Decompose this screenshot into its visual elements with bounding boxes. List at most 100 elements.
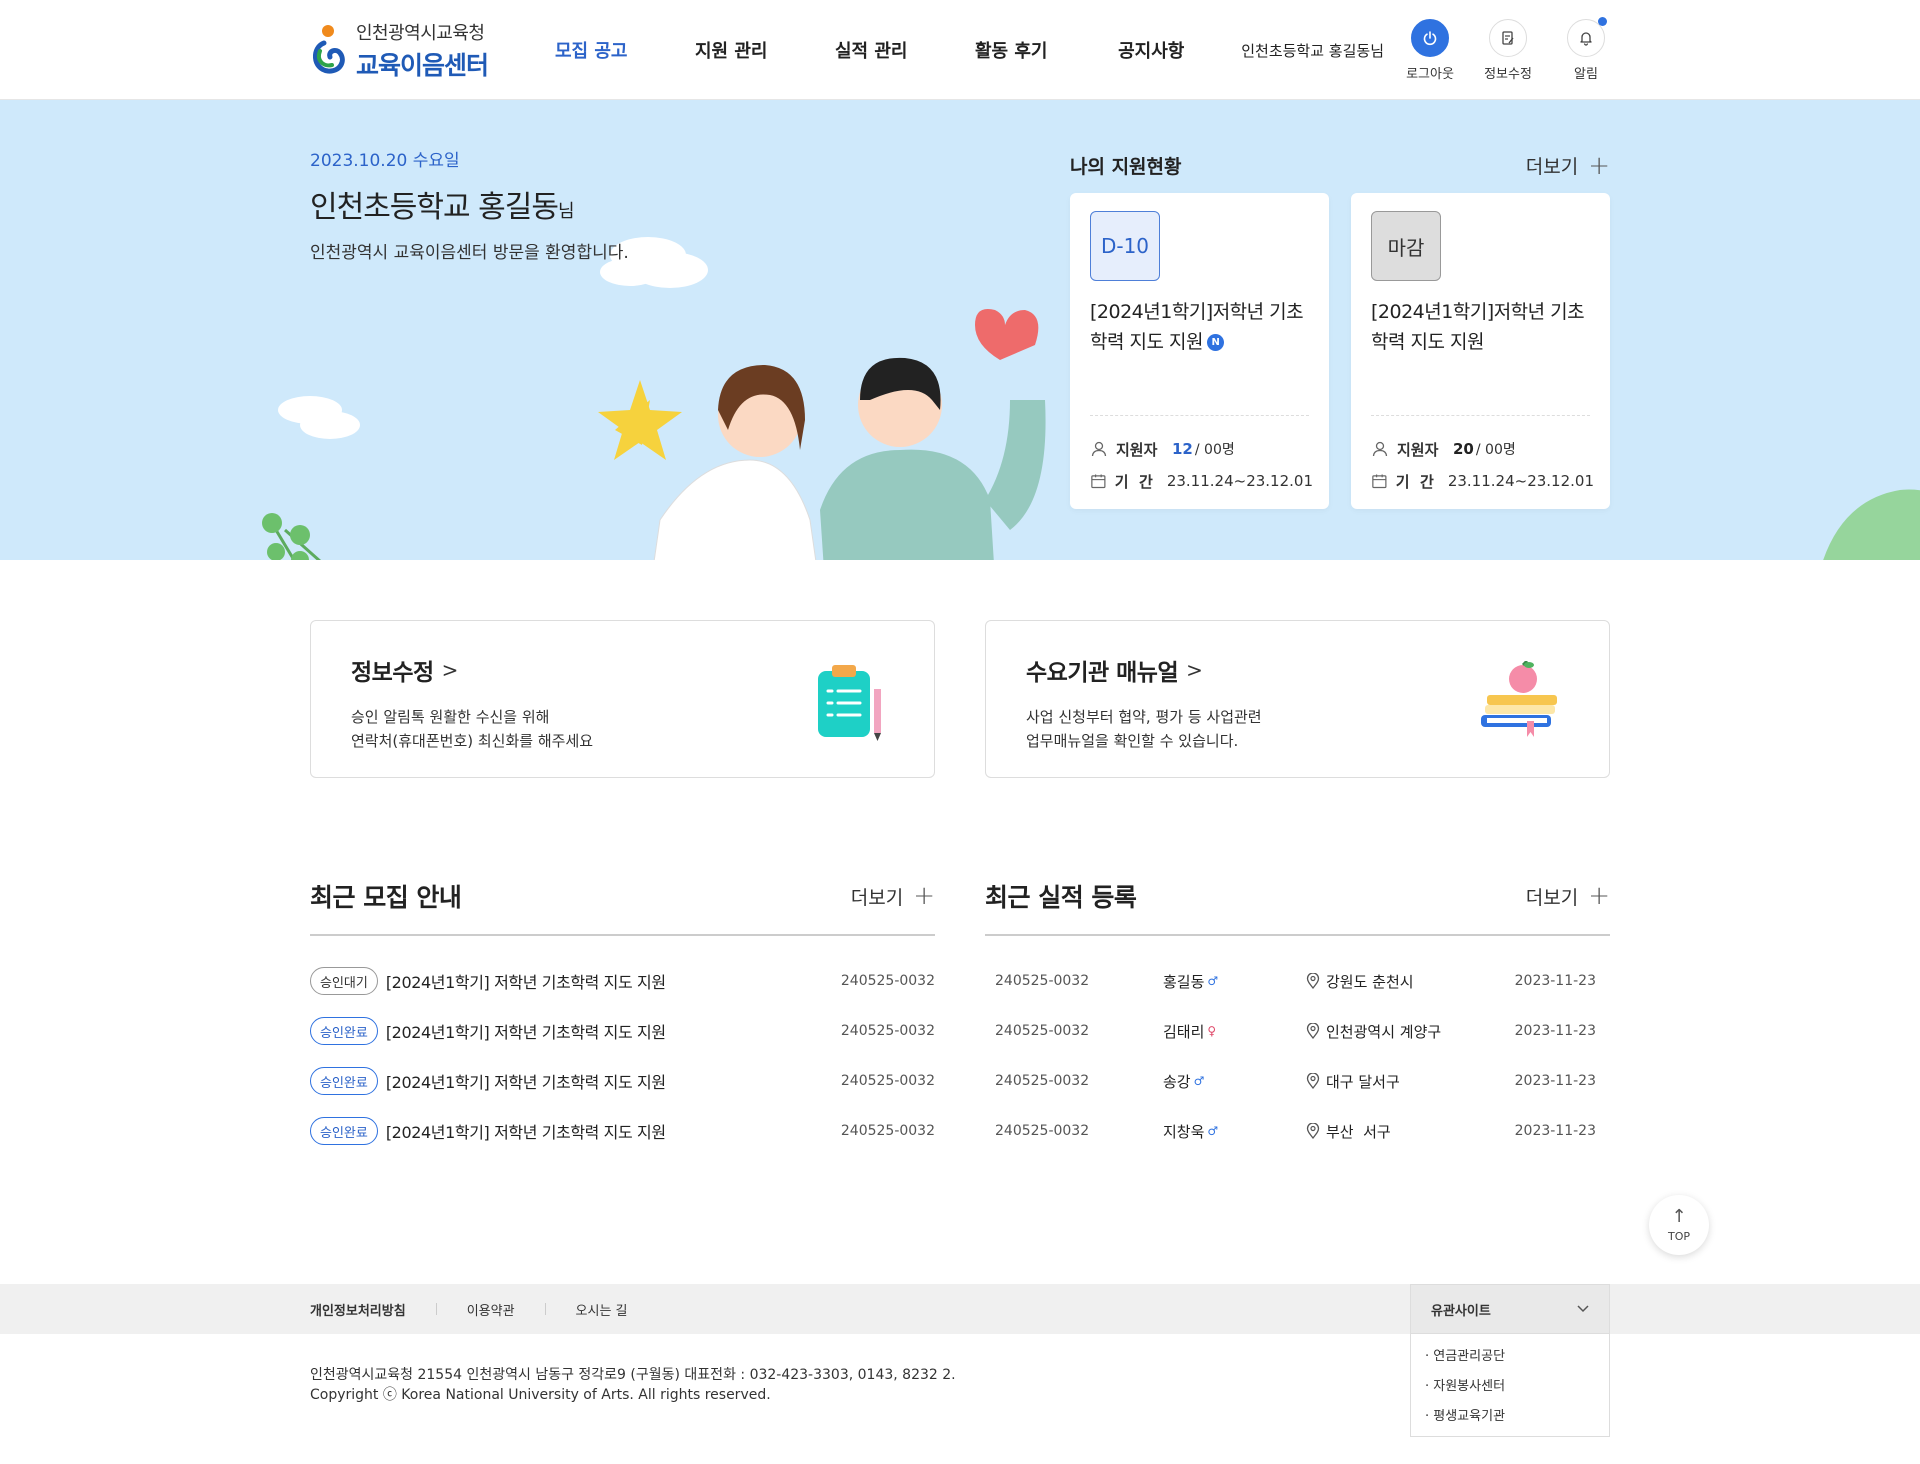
family-site-link[interactable]: 평생교육기관 — [1411, 1402, 1609, 1432]
quick-card-title: 정보수정 — [351, 660, 434, 686]
male-icon: ♂ — [1193, 1074, 1205, 1088]
applicants-label: 지원자 — [1116, 440, 1158, 459]
recent-sections: 최근 모집 안내 더보기 + 승인대기 [2024년1학기] 저학년 기초학력 지… — [310, 878, 1610, 1156]
privacy-policy-link[interactable]: 개인정보처리방침 — [310, 1300, 406, 1319]
list-item-title: [2024년1학기] 저학년 기초학력 지도 지원 — [385, 1023, 666, 1042]
nav-recruit[interactable]: 모집 공고 — [521, 37, 661, 63]
logout-button[interactable]: 로그아웃 — [1406, 18, 1454, 82]
quick-links: 정보수정 > 승인 알림톡 원활한 수신을 위해 연락처(휴대폰번호) 최신화를 … — [310, 620, 1610, 778]
person-name: 지창욱 — [1163, 1122, 1205, 1141]
user-icon — [1372, 441, 1388, 457]
chevron-right-icon: > — [441, 658, 459, 682]
applicants-total: 00명 — [1485, 442, 1516, 458]
family-site-list: 연금관리공단 자원봉사센터 평생교육기관 — [1410, 1334, 1610, 1437]
location-pin-icon — [1306, 1123, 1320, 1139]
recent-performance-more-button[interactable]: 더보기 + — [1526, 883, 1610, 910]
region: 인천광역시 계양구 — [1326, 1022, 1442, 1041]
arrow-up-icon: ↑ — [1671, 1205, 1687, 1227]
new-badge-icon: N — [1206, 334, 1224, 351]
directions-link[interactable]: 오시는 길 — [576, 1300, 628, 1319]
hero-banner: 2023.10.20 수요일 인천초등학교 홍길동님 인천광역시 교육이음센터 … — [0, 100, 1920, 560]
hero-name-suffix: 님 — [557, 201, 575, 222]
person-name: 송강 — [1163, 1072, 1191, 1091]
user-icon — [1091, 441, 1107, 457]
logo-center: 교육이음센터 — [356, 50, 489, 80]
application-card[interactable]: D-10 [2024년1학기]저학년 기초학력 지도 지원 N 지원자 12/ 0… — [1070, 193, 1329, 509]
list-item[interactable]: 승인대기 [2024년1학기] 저학년 기초학력 지도 지원 240525-00… — [310, 956, 935, 1006]
nav-notice[interactable]: 공지사항 — [1081, 37, 1221, 63]
list-item-title: [2024년1학기] 저학년 기초학력 지도 지원 — [385, 973, 666, 992]
notification-button[interactable]: 알림 — [1562, 16, 1610, 82]
location-pin-icon — [1306, 1073, 1320, 1089]
list-item[interactable]: 승인완료 [2024년1학기] 저학년 기초학력 지도 지원 240525-00… — [310, 1006, 935, 1056]
calendar-icon — [1372, 474, 1387, 489]
plus-icon: + — [913, 881, 935, 911]
applicants-label: 지원자 — [1397, 440, 1439, 459]
quick-card-manual[interactable]: 수요기관 매뉴얼 > 사업 신청부터 협약, 평가 등 사업관련 업무매뉴얼을 확… — [985, 620, 1610, 778]
card-title: [2024년1학기]저학년 기초학력 지도 지원 — [1371, 301, 1585, 353]
edit-info-button[interactable]: 정보수정 — [1484, 18, 1532, 82]
family-site-toggle[interactable]: 유관사이트 — [1410, 1284, 1610, 1334]
nav-performance[interactable]: 실적 관리 — [801, 37, 941, 63]
family-site-dropdown: 유관사이트 연금관리공단 자원봉사센터 평생교육기관 — [1410, 1284, 1610, 1437]
site-logo[interactable]: 인천광역시교육청 교육이음센터 — [310, 19, 521, 82]
hero-welcome: 인천광역시 교육이음센터 방문을 환영합니다. — [310, 243, 629, 263]
notification-dot — [1598, 16, 1607, 26]
application-card[interactable]: 마감 [2024년1학기]저학년 기초학력 지도 지원 지원자 20/ 00명 … — [1351, 193, 1610, 509]
hero-date: 2023.10.20 수요일 — [310, 151, 460, 171]
status-badge: 승인완료 — [310, 1067, 378, 1095]
list-item-code: 240525-0032 — [840, 1123, 935, 1139]
list-item-date: 2023-11-23 — [1514, 1073, 1596, 1089]
logo-mark-icon — [313, 25, 345, 74]
hero-user-name: 인천초등학교 홍길동 — [310, 190, 559, 225]
logout-label: 로그아웃 — [1406, 66, 1454, 82]
male-icon: ♂ — [1207, 974, 1219, 988]
list-item[interactable]: 240525-0032 김태리 ♀ 인천광역시 계양구 2023-11-23 — [985, 1006, 1610, 1056]
footer-address: 인천광역시교육청 21554 인천광역시 남동구 정각로9 (구월동) 대표전화… — [310, 1367, 956, 1383]
footer-copyright: Copyright ⓒ Korea National University of… — [310, 1387, 771, 1403]
list-item[interactable]: 승인완료 [2024년1학기] 저학년 기초학력 지도 지원 240525-00… — [310, 1056, 935, 1106]
terms-link[interactable]: 이용약관 — [467, 1300, 515, 1319]
recent-performance: 최근 실적 등록 더보기 + 240525-0032 홍길동 ♂ 강원도 춘천시 2… — [985, 878, 1610, 1156]
quick-card-edit-info[interactable]: 정보수정 > 승인 알림톡 원활한 수신을 위해 연락처(휴대폰번호) 최신화를 … — [310, 620, 935, 778]
person-name: 김태리 — [1163, 1022, 1205, 1041]
list-item-code: 240525-0032 — [840, 1073, 935, 1089]
my-status-more-button[interactable]: 더보기 + — [1526, 152, 1610, 179]
more-label: 더보기 — [1525, 156, 1579, 178]
card-title: [2024년1학기]저학년 기초학력 지도 지원 N — [1090, 297, 1309, 357]
calendar-icon — [1091, 474, 1106, 489]
card-period: 기 간 23.11.24~23.12.01 — [1371, 465, 1594, 497]
applicants-total: 00명 — [1204, 442, 1235, 458]
footer-info: 인천광역시교육청 21554 인천광역시 남동구 정각로9 (구월동) 대표전화… — [310, 1365, 956, 1405]
list-item-date: 2023-11-23 — [1514, 973, 1596, 989]
footer-bar: 개인정보처리방침 이용약관 오시는 길 유관사이트 연금관리공단 자원봉사센터 … — [0, 1284, 1920, 1437]
list-item-code: 240525-0032 — [995, 973, 1090, 989]
location-pin-icon — [1306, 1023, 1320, 1039]
list-item-title: [2024년1학기] 저학년 기초학력 지도 지원 — [385, 1073, 666, 1092]
recent-recruit: 최근 모집 안내 더보기 + 승인대기 [2024년1학기] 저학년 기초학력 지… — [310, 878, 935, 1156]
divider — [435, 1303, 437, 1315]
quick-card-title: 수요기관 매뉴얼 — [1026, 660, 1179, 686]
nav-apply[interactable]: 지원 관리 — [661, 37, 801, 63]
list-item-title: [2024년1학기] 저학년 기초학력 지도 지원 — [385, 1123, 666, 1142]
region: 대구 달서구 — [1326, 1072, 1400, 1091]
recent-recruit-more-button[interactable]: 더보기 + — [851, 883, 935, 910]
list-item-date: 2023-11-23 — [1514, 1123, 1596, 1139]
family-site-link[interactable]: 연금관리공단 — [1411, 1342, 1609, 1372]
list-item[interactable]: 240525-0032 송강 ♂ 대구 달서구 2023-11-23 — [985, 1056, 1610, 1106]
nav-review[interactable]: 활동 후기 — [941, 37, 1081, 63]
family-site-link[interactable]: 자원봉사센터 — [1411, 1372, 1609, 1402]
list-item[interactable]: 승인완료 [2024년1학기] 저학년 기초학력 지도 지원 240525-00… — [310, 1106, 935, 1156]
list-item[interactable]: 240525-0032 지창욱 ♂ 부산 서구 2023-11-23 — [985, 1106, 1610, 1156]
chevron-right-icon: > — [1186, 658, 1203, 682]
power-icon — [1411, 18, 1449, 57]
card-period: 기 간 23.11.24~23.12.01 — [1090, 465, 1313, 497]
plus-icon: + — [1588, 150, 1610, 181]
recent-performance-title: 최근 실적 등록 — [985, 883, 1137, 912]
region: 부산 서구 — [1326, 1122, 1391, 1141]
female-icon: ♀ — [1207, 1024, 1217, 1038]
scroll-top-button[interactable]: ↑ TOP — [1649, 1195, 1709, 1255]
applicants-count: 12 — [1172, 440, 1193, 458]
list-item[interactable]: 240525-0032 홍길동 ♂ 강원도 춘천시 2023-11-23 — [985, 956, 1610, 1006]
closed-badge: 마감 — [1371, 211, 1441, 281]
